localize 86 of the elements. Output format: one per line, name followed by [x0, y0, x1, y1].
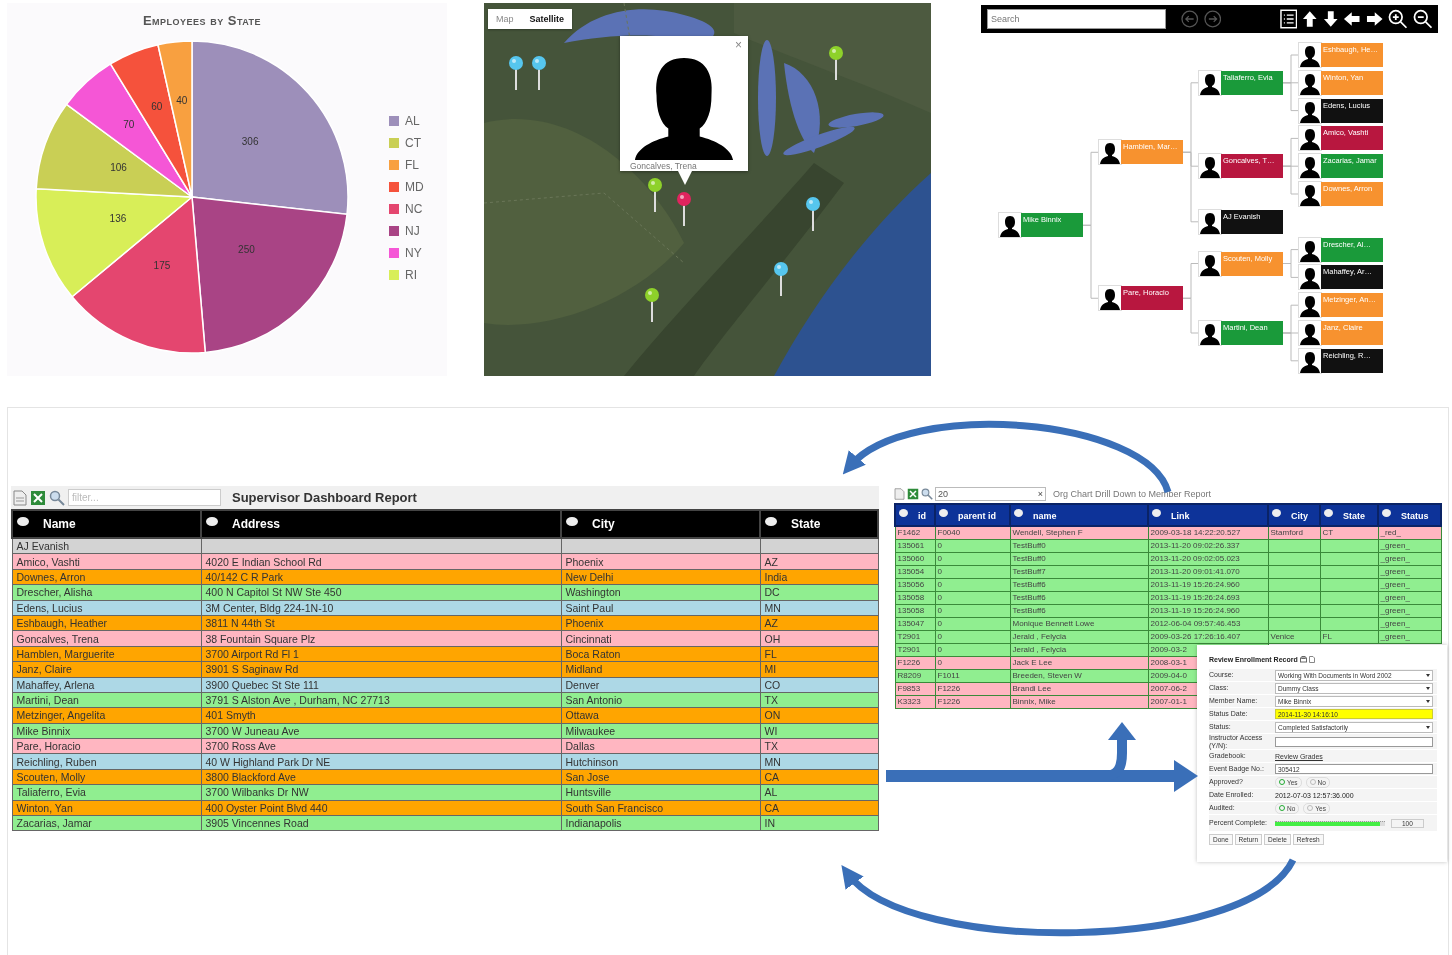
- legend-label: FL: [405, 158, 419, 172]
- column-header[interactable]: id: [895, 504, 935, 526]
- report-title: Supervisor Dashboard Report: [232, 490, 417, 505]
- person-silhouette-icon: [1199, 251, 1221, 276]
- forward-icon[interactable]: [1203, 10, 1221, 28]
- map-pin-icon[interactable]: [806, 197, 820, 231]
- slider-track[interactable]: [1275, 820, 1385, 826]
- report-title: Org Chart Drill Down to Member Report: [1053, 488, 1212, 499]
- data-label: 70: [123, 119, 135, 130]
- column-header[interactable]: City: [1268, 504, 1320, 526]
- person-silhouette-icon: [1199, 154, 1221, 179]
- column-header[interactable]: State: [760, 510, 878, 538]
- filter-field[interactable]: 20 ×: [935, 486, 1046, 501]
- map-pin-icon[interactable]: [532, 56, 546, 90]
- close-button[interactable]: ×: [733, 38, 744, 52]
- column-header[interactable]: Link: [1148, 504, 1268, 526]
- arrow-right-icon[interactable]: [1365, 11, 1384, 27]
- map-pin-icon[interactable]: [509, 56, 523, 90]
- print-icon[interactable]: [1299, 656, 1307, 663]
- data-label: 106: [110, 161, 127, 173]
- filter-field[interactable]: filter...: [68, 489, 221, 506]
- column-header[interactable]: State: [1320, 504, 1378, 526]
- column-header[interactable]: City: [561, 510, 760, 538]
- person-silhouette-icon: [1199, 70, 1221, 95]
- person-silhouette-icon: [1299, 293, 1321, 318]
- person-silhouette-icon: [1099, 140, 1121, 165]
- chart-title: Employees by State: [142, 13, 262, 28]
- data-label: 250: [238, 243, 255, 255]
- person-silhouette-icon: [999, 213, 1021, 238]
- column-header[interactable]: parent id: [935, 504, 1010, 526]
- caret-icon: [1426, 725, 1430, 729]
- map-pin-icon[interactable]: [677, 192, 691, 226]
- data-label: 60: [151, 101, 163, 113]
- arrow-left-icon[interactable]: [1343, 11, 1361, 27]
- column-header[interactable]: name: [1010, 504, 1148, 526]
- legend-label: RI: [405, 268, 417, 282]
- list-icon[interactable]: [1279, 9, 1298, 29]
- person-silhouette-icon: [1299, 182, 1321, 206]
- person-name: Goncalves, Trena: [630, 161, 697, 171]
- map-type-tab[interactable]: Map: [488, 9, 522, 29]
- map-pin-icon[interactable]: [829, 46, 843, 80]
- back-icon[interactable]: [1181, 10, 1199, 28]
- column-header[interactable]: Name: [12, 510, 201, 538]
- person-silhouette-icon: [1199, 209, 1221, 234]
- person-silhouette-icon: [1299, 126, 1321, 151]
- data-label: 175: [153, 259, 171, 271]
- legend-label: NJ: [405, 224, 420, 238]
- spreadsheet-icon[interactable]: [907, 487, 919, 500]
- person-silhouette-icon: [1099, 286, 1121, 311]
- connector-line: [1182, 297, 1200, 334]
- zoom-in-icon[interactable]: [1388, 9, 1408, 29]
- person-silhouette-icon: [1299, 70, 1321, 95]
- legend-label: NC: [405, 202, 423, 216]
- person-silhouette-icon: [1299, 348, 1321, 373]
- data-label: 306: [241, 136, 259, 147]
- column-header[interactable]: Status: [1378, 504, 1441, 526]
- caret-icon: [1426, 686, 1430, 690]
- search-field[interactable]: Search: [987, 9, 1166, 29]
- search-icon[interactable]: [921, 487, 933, 500]
- input-field[interactable]: [1275, 736, 1433, 747]
- legend-label: MD: [405, 180, 424, 194]
- arrow-up-icon[interactable]: [1302, 10, 1318, 28]
- arrow-down-icon[interactable]: [1322, 10, 1339, 28]
- person-silhouette-icon: [1199, 321, 1221, 345]
- person-silhouette-icon: [1299, 154, 1321, 179]
- document-icon[interactable]: [1308, 656, 1315, 663]
- search-icon[interactable]: [49, 489, 65, 506]
- map-pin-icon[interactable]: [648, 178, 662, 212]
- caret-icon: [1426, 699, 1430, 703]
- person-silhouette-icon: [1299, 265, 1321, 290]
- data-label: 40: [176, 94, 188, 106]
- zoom-out-icon[interactable]: [1412, 9, 1432, 29]
- person-silhouette-icon: [1299, 43, 1321, 67]
- spreadsheet-icon[interactable]: [30, 489, 46, 506]
- person-silhouette-icon: [1299, 98, 1321, 123]
- legend-label: AL: [405, 114, 420, 128]
- person-silhouette-icon: [1299, 321, 1321, 345]
- person-silhouette-icon: [1299, 237, 1321, 262]
- caret-icon: [1426, 673, 1430, 677]
- map-pin-icon[interactable]: [774, 262, 788, 296]
- map-type-tab[interactable]: Satellite: [521, 9, 573, 29]
- legend-label: CT: [405, 136, 421, 150]
- column-header[interactable]: Address: [201, 510, 561, 538]
- map-pin-icon[interactable]: [645, 288, 659, 322]
- data-label: 136: [109, 212, 127, 224]
- legend-label: NY: [405, 246, 422, 260]
